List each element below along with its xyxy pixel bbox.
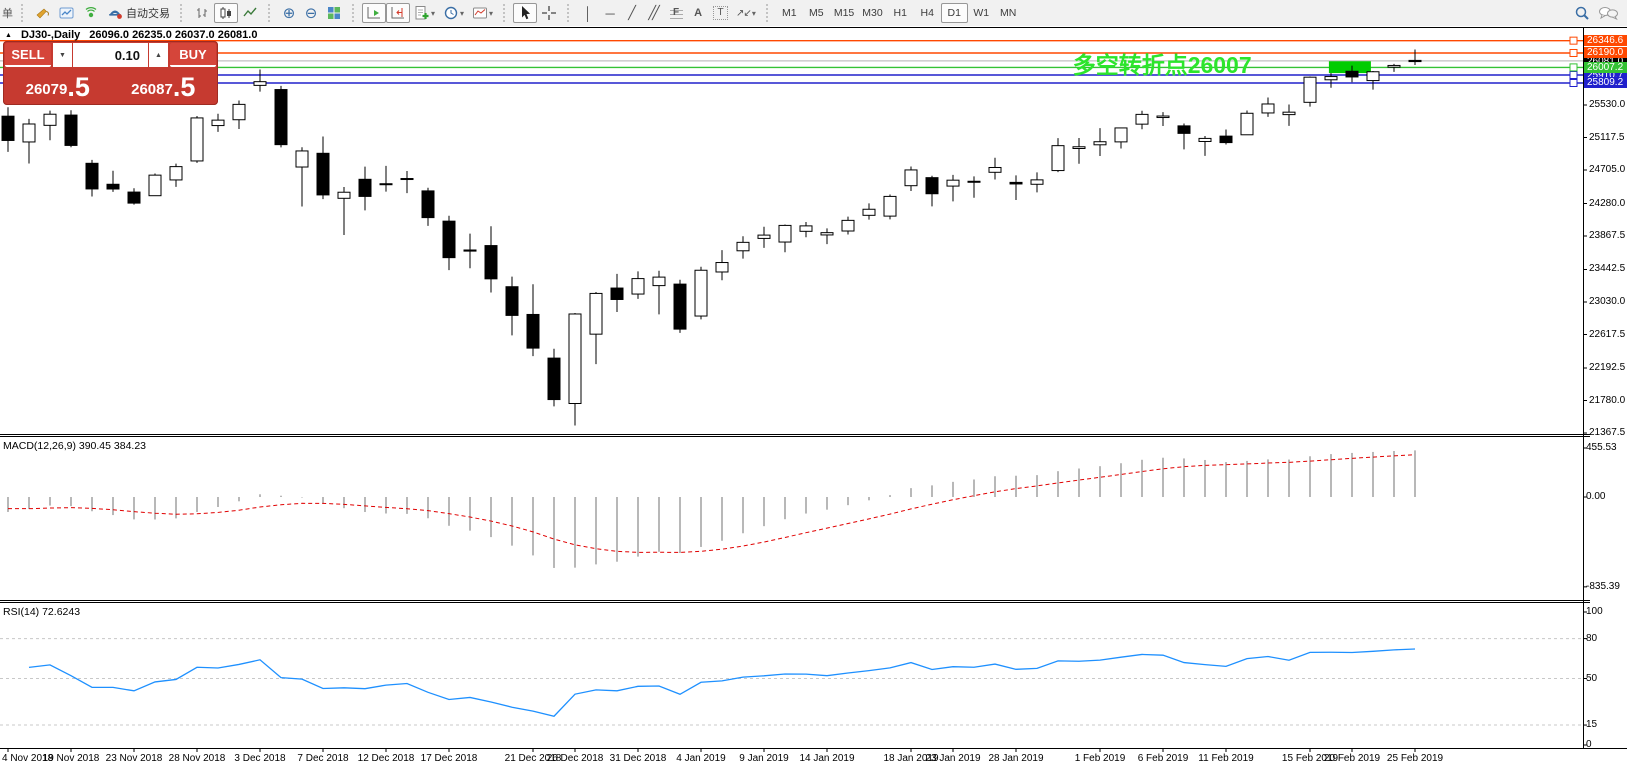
vertical-line-tool-icon[interactable]: │ xyxy=(577,3,599,23)
chart-shift-icon[interactable] xyxy=(386,3,410,23)
tile-windows-icon[interactable] xyxy=(322,3,346,23)
volume-input[interactable]: 0.10 xyxy=(73,43,148,67)
timeframe-m5[interactable]: M5 xyxy=(803,3,830,23)
macd-indicator-label: MACD(12,26,9) 390.45 384.23 xyxy=(3,440,146,452)
dropdown-caret-icon: ▾ xyxy=(489,9,493,18)
symbol-period-label: DJ30-,Daily xyxy=(21,29,80,41)
alert-horn-icon[interactable] xyxy=(31,3,55,23)
candlestick-chart-type-icon[interactable] xyxy=(214,3,238,23)
line-chart-type-icon[interactable] xyxy=(238,3,262,23)
auto-trading-label: 自动交易 xyxy=(126,5,170,21)
fibonacci-tool-icon[interactable]: F xyxy=(665,3,687,23)
toolbar-grip xyxy=(180,4,186,22)
timeframe-m1[interactable]: M1 xyxy=(776,3,803,23)
sell-price[interactable]: 26079.5 xyxy=(5,67,111,101)
ohlc-values-label: 26096.0 26235.0 26037.0 26081.0 xyxy=(89,29,257,41)
dropdown-caret-icon: ▾ xyxy=(460,9,464,18)
channel-tool-icon[interactable]: ╱╱ xyxy=(643,3,665,23)
expert-hat-icon xyxy=(107,5,123,21)
add-indicator-button[interactable]: ▾ xyxy=(410,3,439,23)
toolbar: 单 自动交易 ⊕ ⊖ ▾ ▾ ▾ │ ─ ╱ ╱╱ F A T ↗↙▾ M1M5… xyxy=(0,0,1627,26)
sell-button[interactable]: SELL xyxy=(5,43,51,67)
timeframe-m30[interactable]: M30 xyxy=(858,3,886,23)
toolbar-grip xyxy=(21,4,27,22)
toolbar-grip xyxy=(268,4,274,22)
new-order-label: 单 xyxy=(2,5,13,21)
chat-icon[interactable] xyxy=(1594,3,1623,23)
buy-button[interactable]: BUY xyxy=(170,43,216,67)
text-tool-icon[interactable]: A xyxy=(687,3,709,23)
toolbar-grip xyxy=(567,4,573,22)
timeframe-group: M1M5M15M30H1H4D1W1MN xyxy=(776,3,1022,23)
dropdown-caret-icon: ▾ xyxy=(431,9,435,18)
signal-icon[interactable] xyxy=(79,3,103,23)
cursor-tool-icon[interactable] xyxy=(513,3,537,23)
auto-trading-button[interactable]: 自动交易 xyxy=(103,3,174,23)
chart-canvas[interactable] xyxy=(0,0,1627,773)
timeframe-d1[interactable]: D1 xyxy=(941,3,968,23)
volume-up-button[interactable]: ▲ xyxy=(149,43,168,67)
timeframe-m15[interactable]: M15 xyxy=(830,3,858,23)
text-label-tool-icon[interactable]: T xyxy=(709,3,732,23)
template-button[interactable]: ▾ xyxy=(468,3,497,23)
zoom-in-icon[interactable]: ⊕ xyxy=(278,3,300,23)
period-clock-button[interactable]: ▾ xyxy=(439,3,468,23)
timeframe-h1[interactable]: H1 xyxy=(887,3,914,23)
auto-scroll-icon[interactable] xyxy=(362,3,386,23)
price-axis-region[interactable] xyxy=(1584,28,1627,748)
toolbar-grip xyxy=(503,4,509,22)
crosshair-tool-icon[interactable] xyxy=(537,3,561,23)
timeframe-mn[interactable]: MN xyxy=(995,3,1022,23)
zoom-out-icon[interactable]: ⊖ xyxy=(300,3,322,23)
toolbar-grip xyxy=(352,4,358,22)
arrow-tools-button[interactable]: ↗↙▾ xyxy=(732,3,760,23)
one-click-panel: SELL ▼ 0.10 ▲ BUY 26079.5 26087.5 xyxy=(3,41,218,105)
horizontal-line-tool-icon[interactable]: ─ xyxy=(599,3,621,23)
market-watch-icon[interactable] xyxy=(55,3,79,23)
buy-price[interactable]: 26087.5 xyxy=(111,67,217,101)
search-icon[interactable] xyxy=(1570,3,1594,23)
bar-chart-type-icon[interactable] xyxy=(190,3,214,23)
new-order-button[interactable]: 单 xyxy=(0,3,15,23)
timeframe-w1[interactable]: W1 xyxy=(968,3,995,23)
trendline-tool-icon[interactable]: ╱ xyxy=(621,3,643,23)
date-axis-region[interactable] xyxy=(0,749,1583,773)
chart-title: ▲ DJ30-,Daily 26096.0 26235.0 26037.0 26… xyxy=(5,29,257,41)
dropdown-caret-icon: ▾ xyxy=(752,9,756,18)
toolbar-grip xyxy=(766,4,772,22)
timeframe-h4[interactable]: H4 xyxy=(914,3,941,23)
volume-down-button[interactable]: ▼ xyxy=(53,43,72,67)
volume-stepper: ▼ 0.10 ▲ xyxy=(53,43,168,67)
chart-annotation[interactable]: 多空转折点26007 xyxy=(1073,54,1252,77)
rsi-indicator-label: RSI(14) 72.6243 xyxy=(3,606,80,618)
window-marker-icon: ▲ xyxy=(5,32,12,39)
